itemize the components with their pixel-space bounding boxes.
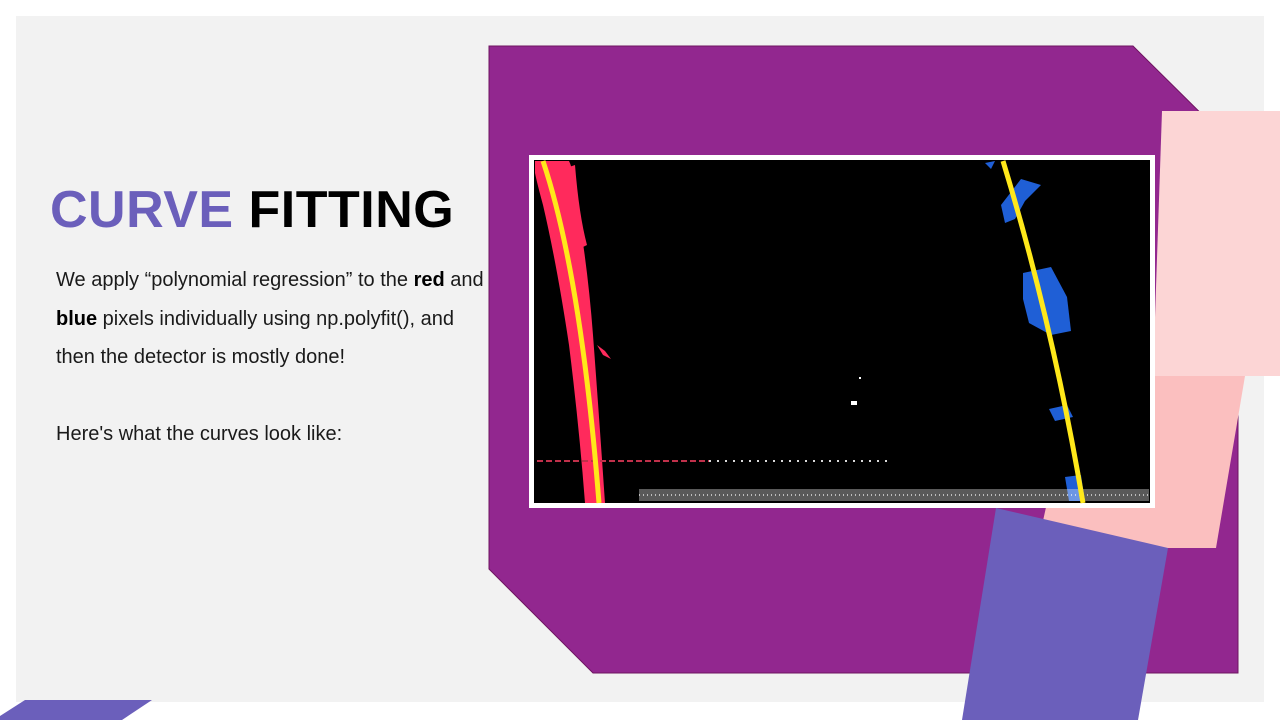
lane-image: [529, 155, 1155, 508]
noise-point: [851, 401, 857, 405]
paragraph-curves-intro: Here's what the curves look like:: [56, 423, 343, 445]
slide-title: CURVE FITTING: [50, 178, 454, 242]
paragraph-description: We apply “polynomial regression” to the …: [56, 261, 496, 377]
paragraph-text-1: We apply “polynomial regression” to the: [56, 269, 414, 291]
lane-detection-figure: [529, 155, 1155, 508]
keyword-red: red: [413, 269, 445, 291]
pink-light-panel: [1153, 111, 1280, 376]
title-word-curve: CURVE: [50, 181, 234, 239]
slide-body: We apply “polynomial regression” to the …: [56, 261, 496, 454]
bottom-left-accent: [0, 700, 152, 720]
keyword-blue: blue: [56, 307, 98, 330]
paragraph-text-3: pixels individually using np.polyfit(), …: [56, 307, 454, 369]
paragraph-text-2: and: [444, 269, 484, 291]
title-word-fitting: FITTING: [248, 181, 455, 239]
